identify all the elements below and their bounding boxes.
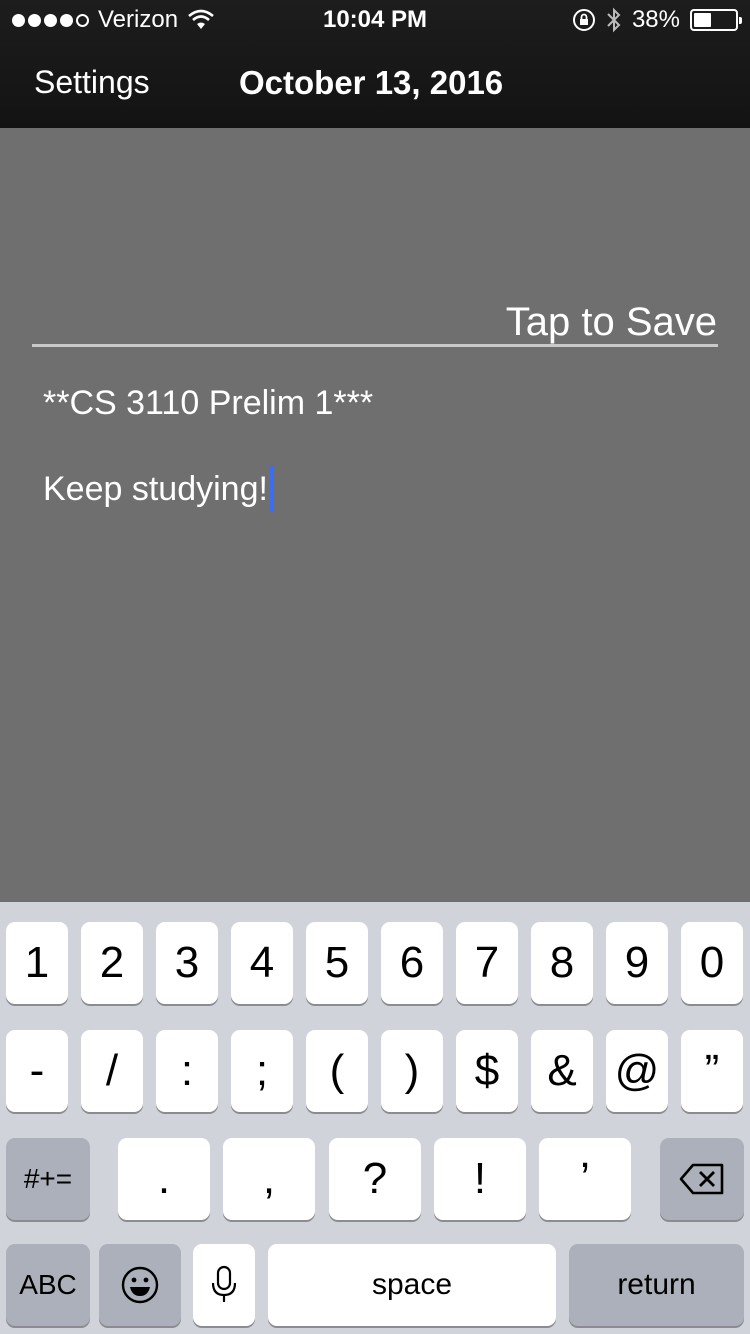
emoji-icon bbox=[121, 1266, 159, 1304]
abc-key[interactable]: ABC bbox=[6, 1244, 90, 1326]
key-1[interactable]: 1 bbox=[6, 922, 68, 1004]
settings-button[interactable]: Settings bbox=[34, 64, 150, 101]
backspace-key[interactable] bbox=[660, 1138, 744, 1220]
backspace-icon bbox=[679, 1163, 724, 1195]
key-dollar[interactable]: $ bbox=[456, 1030, 518, 1112]
note-text-editor[interactable]: Keep studying! bbox=[43, 466, 274, 512]
key-6[interactable]: 6 bbox=[381, 922, 443, 1004]
key-question[interactable]: ? bbox=[329, 1138, 421, 1220]
key-5[interactable]: 5 bbox=[306, 922, 368, 1004]
key-0[interactable]: 0 bbox=[681, 922, 743, 1004]
microphone-key[interactable] bbox=[193, 1244, 255, 1326]
note-line-body: Keep studying! bbox=[43, 470, 268, 508]
key-8[interactable]: 8 bbox=[531, 922, 593, 1004]
key-close-paren[interactable]: ) bbox=[381, 1030, 443, 1112]
key-4[interactable]: 4 bbox=[231, 922, 293, 1004]
return-key[interactable]: return bbox=[569, 1244, 744, 1326]
keyboard: 1 2 3 4 5 6 7 8 9 0 - / : ; ( ) $ & @ ” … bbox=[0, 902, 750, 1334]
key-3[interactable]: 3 bbox=[156, 922, 218, 1004]
note-area: Tap to Save **CS 3110 Prelim 1*** Keep s… bbox=[0, 128, 750, 902]
page-title: October 13, 2016 bbox=[239, 64, 504, 101]
note-line-title[interactable]: **CS 3110 Prelim 1*** bbox=[43, 384, 373, 423]
divider bbox=[32, 344, 718, 347]
key-comma[interactable]: , bbox=[223, 1138, 315, 1220]
text-caret bbox=[269, 466, 274, 512]
bluetooth-icon bbox=[607, 7, 621, 33]
space-key[interactable]: space bbox=[268, 1244, 556, 1326]
microphone-icon bbox=[211, 1265, 237, 1302]
key-hyphen[interactable]: - bbox=[6, 1030, 68, 1112]
key-semicolon[interactable]: ; bbox=[231, 1030, 293, 1112]
status-right: 38% bbox=[572, 6, 742, 34]
battery-percent: 38% bbox=[631, 6, 680, 33]
key-colon[interactable]: : bbox=[156, 1030, 218, 1112]
key-ampersand[interactable]: & bbox=[531, 1030, 593, 1112]
key-open-paren[interactable]: ( bbox=[306, 1030, 368, 1112]
tap-to-save-button[interactable]: Tap to Save bbox=[506, 300, 717, 345]
status-bar: Verizon 10:04 PM 38% bbox=[0, 0, 750, 40]
top-bar: Verizon 10:04 PM 38% Settings October 13… bbox=[0, 0, 750, 128]
key-7[interactable]: 7 bbox=[456, 922, 518, 1004]
battery-icon bbox=[690, 9, 742, 31]
key-period[interactable]: . bbox=[118, 1138, 210, 1220]
emoji-key[interactable] bbox=[99, 1244, 181, 1326]
rotation-lock-icon bbox=[572, 9, 595, 31]
key-quote[interactable]: ” bbox=[681, 1030, 743, 1112]
key-exclamation[interactable]: ! bbox=[434, 1138, 526, 1220]
key-at[interactable]: @ bbox=[606, 1030, 668, 1112]
key-slash[interactable]: / bbox=[81, 1030, 143, 1112]
app-screen: Verizon 10:04 PM 38% Settings October 13… bbox=[0, 0, 750, 1334]
symbols-key[interactable]: #+= bbox=[6, 1138, 90, 1220]
key-apostrophe[interactable]: ’ bbox=[539, 1138, 631, 1220]
key-2[interactable]: 2 bbox=[81, 922, 143, 1004]
key-9[interactable]: 9 bbox=[606, 922, 668, 1004]
